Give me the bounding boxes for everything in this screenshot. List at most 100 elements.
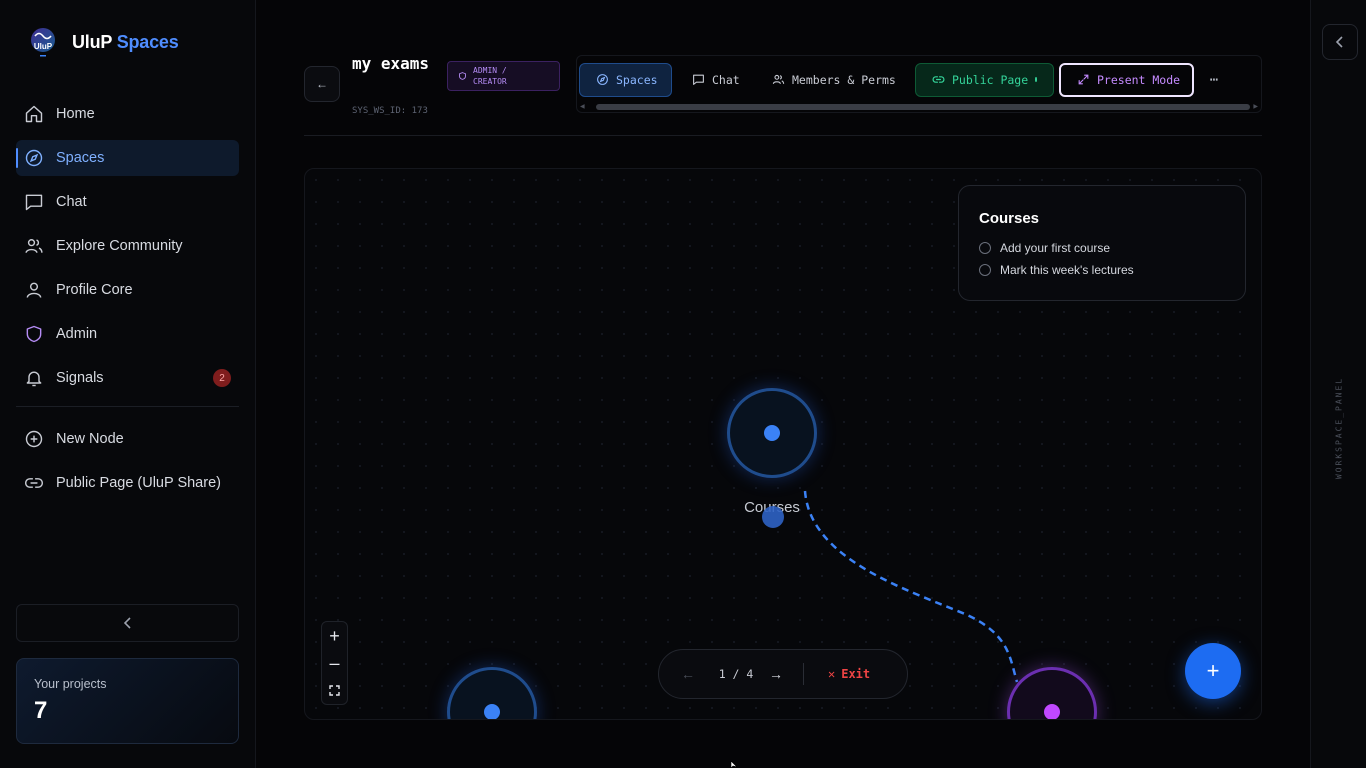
zoom-controls: + – bbox=[321, 621, 348, 705]
sidebar-item-label: Admin bbox=[56, 326, 98, 342]
brand[interactable]: UluP UluP Spaces bbox=[28, 26, 179, 58]
tab-label: Present Mode bbox=[1097, 72, 1181, 87]
checkbox-circle-icon[interactable] bbox=[979, 264, 991, 276]
present-mode-button[interactable]: Present Mode bbox=[1059, 62, 1194, 97]
users-icon bbox=[772, 74, 785, 85]
panel-label: WORKSPACE_PANEL bbox=[1334, 376, 1344, 480]
sidebar-item-explore-community[interactable]: Explore Community bbox=[16, 228, 239, 264]
workspace-tabs: Spaces Chat Members & Perms Public Page … bbox=[576, 55, 1262, 113]
exit-present-button[interactable]: ✕ Exit bbox=[828, 667, 870, 681]
checklist-item-label: Mark this week's lectures bbox=[1000, 263, 1134, 277]
sidebar-item-home[interactable]: Home bbox=[16, 96, 239, 132]
scrollbar-thumb[interactable] bbox=[596, 104, 1250, 110]
scroll-right-icon[interactable]: ▶ bbox=[1253, 103, 1258, 110]
sidebar-collapse-button[interactable] bbox=[16, 604, 239, 642]
zoom-out-button[interactable]: – bbox=[325, 653, 345, 673]
checkbox-circle-icon[interactable] bbox=[979, 242, 991, 254]
sidebar-nav: Home Spaces Chat Explore Community Profi… bbox=[16, 96, 239, 509]
brand-name-main: UluP bbox=[72, 31, 112, 52]
link-icon bbox=[24, 478, 44, 488]
node-core bbox=[1044, 704, 1060, 719]
tab-chat[interactable]: Chat bbox=[676, 63, 756, 97]
previous-slide-button[interactable]: ← bbox=[675, 666, 701, 682]
node-core bbox=[484, 704, 500, 719]
courses-card[interactable]: Courses Add your first course Mark this … bbox=[958, 185, 1246, 301]
close-icon: ✕ bbox=[828, 667, 836, 681]
plus-circle-icon bbox=[25, 430, 43, 448]
chevron-left-icon bbox=[123, 617, 131, 629]
tab-spaces[interactable]: Spaces bbox=[579, 62, 672, 97]
bell-icon bbox=[26, 371, 42, 387]
arrow-left-icon: ← bbox=[681, 666, 695, 682]
role-badge: ADMIN / CREATOR bbox=[447, 61, 560, 91]
tab-label: Chat bbox=[712, 72, 740, 87]
sidebar-item-label: Spaces bbox=[56, 150, 105, 166]
checklist-item-label: Add your first course bbox=[1000, 241, 1111, 255]
add-node-fab[interactable]: + bbox=[1185, 643, 1241, 699]
role-badge-label: ADMIN / CREATOR bbox=[473, 66, 507, 86]
sidebar-item-profile-core[interactable]: Profile Core bbox=[16, 272, 239, 308]
tab-public-page[interactable]: Public Page bbox=[915, 62, 1054, 97]
fit-view-button[interactable] bbox=[325, 680, 345, 700]
sidebar-item-signals[interactable]: Signals 2 bbox=[16, 360, 239, 396]
sidebar-item-admin[interactable]: Admin bbox=[16, 316, 239, 352]
svg-text:UluP: UluP bbox=[34, 42, 53, 51]
sidebar-item-label: New Node bbox=[56, 431, 124, 447]
tab-members-perms[interactable]: Members & Perms bbox=[756, 63, 914, 97]
more-options-button[interactable]: ⋯ bbox=[1194, 63, 1234, 97]
sidebar-divider bbox=[16, 406, 239, 407]
checklist-item[interactable]: Mark this week's lectures bbox=[979, 263, 1225, 277]
space-canvas[interactable]: Courses Courses Add your first course Ma… bbox=[304, 168, 1262, 720]
sidebar-item-label: Public Page (UluP Share) bbox=[56, 475, 221, 491]
header-divider bbox=[304, 135, 1262, 136]
arrow-left-icon: ← bbox=[316, 77, 328, 91]
scroll-left-icon[interactable]: ◀ bbox=[580, 103, 585, 110]
compass-icon bbox=[25, 149, 43, 167]
tab-label: Members & Perms bbox=[792, 72, 896, 87]
arrow-right-icon: → bbox=[769, 666, 783, 682]
sidebar-item-chat[interactable]: Chat bbox=[16, 184, 239, 220]
zoom-in-button[interactable]: + bbox=[325, 626, 345, 646]
fullscreen-icon bbox=[329, 685, 340, 696]
next-slide-button[interactable]: → bbox=[763, 666, 789, 682]
projects-label: Your projects bbox=[34, 677, 107, 691]
workspace-id: SYS_WS_ID: 173 bbox=[352, 106, 428, 116]
user-icon bbox=[26, 282, 42, 298]
tab-label: Public Page bbox=[952, 72, 1029, 87]
projects-count: 7 bbox=[34, 697, 48, 724]
tab-label: Spaces bbox=[616, 72, 658, 87]
back-button[interactable]: ← bbox=[304, 66, 340, 102]
sidebar-item-label: Home bbox=[56, 106, 95, 122]
tabs-scrollbar[interactable]: ◀ ▶ bbox=[580, 103, 1258, 111]
slide-counter: 1 / 4 bbox=[718, 667, 754, 681]
pager-divider bbox=[803, 663, 804, 685]
chevron-left-icon bbox=[1335, 36, 1343, 48]
sidebar-item-new-node[interactable]: New Node bbox=[16, 421, 239, 457]
node-drag-handle[interactable] bbox=[762, 506, 784, 528]
projects-card[interactable]: Your projects 7 bbox=[16, 658, 239, 744]
sidebar-item-label: Explore Community bbox=[56, 238, 183, 254]
checklist-item[interactable]: Add your first course bbox=[979, 241, 1225, 255]
exit-label: Exit bbox=[841, 667, 871, 681]
node-core bbox=[764, 425, 780, 441]
minus-icon: – bbox=[329, 652, 340, 673]
shield-icon bbox=[26, 325, 42, 343]
node-courses[interactable] bbox=[727, 388, 817, 478]
plus-icon: + bbox=[1206, 658, 1220, 683]
chat-icon bbox=[693, 74, 704, 85]
workspace-title: my exams bbox=[352, 54, 430, 73]
home-icon bbox=[25, 105, 43, 123]
signals-count-badge: 2 bbox=[213, 369, 231, 387]
ulup-logo-icon: UluP bbox=[28, 26, 58, 58]
sidebar-item-public-page[interactable]: Public Page (UluP Share) bbox=[16, 465, 239, 501]
plus-icon: + bbox=[329, 625, 340, 646]
expand-icon bbox=[1078, 74, 1089, 85]
more-horizontal-icon: ⋯ bbox=[1209, 71, 1219, 88]
mouse-cursor-icon bbox=[731, 761, 738, 768]
public-status-dot bbox=[1035, 77, 1037, 82]
sidebar-item-spaces[interactable]: Spaces bbox=[16, 140, 239, 176]
workspace-panel: WORKSPACE_PANEL bbox=[1310, 0, 1366, 768]
chat-icon bbox=[25, 194, 43, 211]
panel-toggle-button[interactable] bbox=[1322, 24, 1358, 60]
sidebar-item-label: Signals bbox=[56, 370, 104, 386]
